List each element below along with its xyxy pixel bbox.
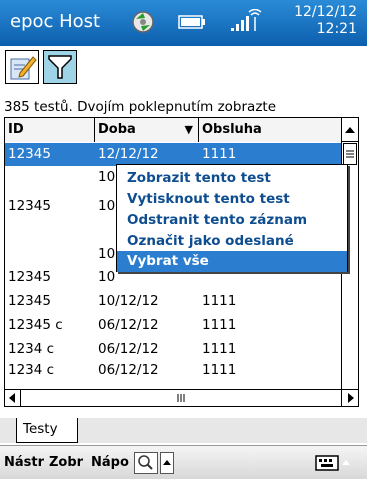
table-row[interactable]: 12345 12/12/12 1111 bbox=[5, 143, 342, 166]
date-label: 12/12/12 bbox=[294, 4, 357, 20]
signal-icon[interactable] bbox=[229, 8, 265, 37]
menu-napo[interactable]: Nápo bbox=[91, 455, 129, 470]
sync-icon[interactable] bbox=[127, 7, 159, 41]
scroll-left-button[interactable] bbox=[5, 390, 21, 406]
tab-testy[interactable]: Testy bbox=[16, 418, 78, 443]
column-header-doba[interactable]: Doba ▼ bbox=[95, 118, 199, 142]
sort-desc-icon: ▼ bbox=[184, 123, 193, 136]
keyboard-icon bbox=[315, 455, 350, 471]
menu-zobr[interactable]: Zobr bbox=[49, 455, 83, 470]
horizontal-scrollbar[interactable] bbox=[5, 389, 358, 406]
menu-bar: Nástr Zobr Nápo bbox=[0, 445, 367, 479]
context-menu: Zobrazit tento test Vytisknout tento tes… bbox=[116, 164, 348, 272]
scroll-right-button[interactable] bbox=[341, 390, 358, 406]
hint-text: 385 testů. Dvojím poklepnutím zobrazte bbox=[4, 99, 277, 115]
datetime[interactable]: 12/12/12 12:21 bbox=[275, 4, 357, 38]
search-options-button[interactable] bbox=[160, 452, 174, 474]
grip-icon bbox=[177, 394, 185, 402]
menu-nastr[interactable]: Nástr bbox=[4, 455, 44, 470]
edit-button[interactable] bbox=[5, 50, 39, 84]
edit-icon bbox=[10, 56, 37, 80]
column-header-id[interactable]: ID bbox=[5, 118, 95, 142]
arrow-right-icon bbox=[348, 393, 354, 403]
menu-item-delete-record[interactable]: Odstranit tento záznam bbox=[117, 210, 347, 231]
horizontal-scroll-thumb[interactable] bbox=[22, 390, 340, 406]
filter-button[interactable] bbox=[43, 50, 77, 84]
scroll-up-button[interactable] bbox=[342, 118, 358, 142]
menu-item-view-test[interactable]: Zobrazit tento test bbox=[117, 168, 347, 189]
arrow-up-icon bbox=[345, 127, 355, 133]
table-row[interactable]: 12345 c 06/12/12 1111 bbox=[5, 314, 342, 337]
table-row[interactable]: 1234 c 06/12/12 1111 bbox=[5, 362, 342, 378]
vertical-scroll-thumb[interactable] bbox=[343, 143, 357, 165]
battery-icon[interactable] bbox=[178, 14, 206, 34]
time-label: 12:21 bbox=[316, 21, 357, 37]
menu-item-print-test[interactable]: Vytisknout tento test bbox=[117, 189, 347, 210]
list-header: ID Doba ▼ Obsluha bbox=[5, 118, 342, 142]
tab-strip: Testy bbox=[0, 418, 367, 443]
arrow-left-icon bbox=[9, 393, 15, 403]
title-bar: epoc Host 12/12/12 12:21 bbox=[0, 0, 367, 46]
column-header-obsluha[interactable]: Obsluha bbox=[199, 118, 342, 142]
table-row[interactable]: 1234 c 06/12/12 1111 bbox=[5, 338, 342, 361]
toolbar bbox=[0, 46, 367, 98]
search-icon bbox=[138, 455, 153, 470]
app-title: epoc Host bbox=[10, 11, 101, 32]
table-row[interactable]: 12345 10/12/12 1111 bbox=[5, 290, 342, 313]
menu-item-select-all[interactable]: Vybrat vše bbox=[117, 251, 347, 272]
filter-icon bbox=[48, 55, 72, 79]
keyboard-button[interactable] bbox=[314, 452, 354, 478]
search-button[interactable] bbox=[134, 452, 158, 474]
menu-item-mark-sent[interactable]: Označit jako odeslané bbox=[117, 231, 347, 252]
arrow-up-icon bbox=[163, 460, 171, 465]
grip-icon bbox=[346, 150, 354, 158]
